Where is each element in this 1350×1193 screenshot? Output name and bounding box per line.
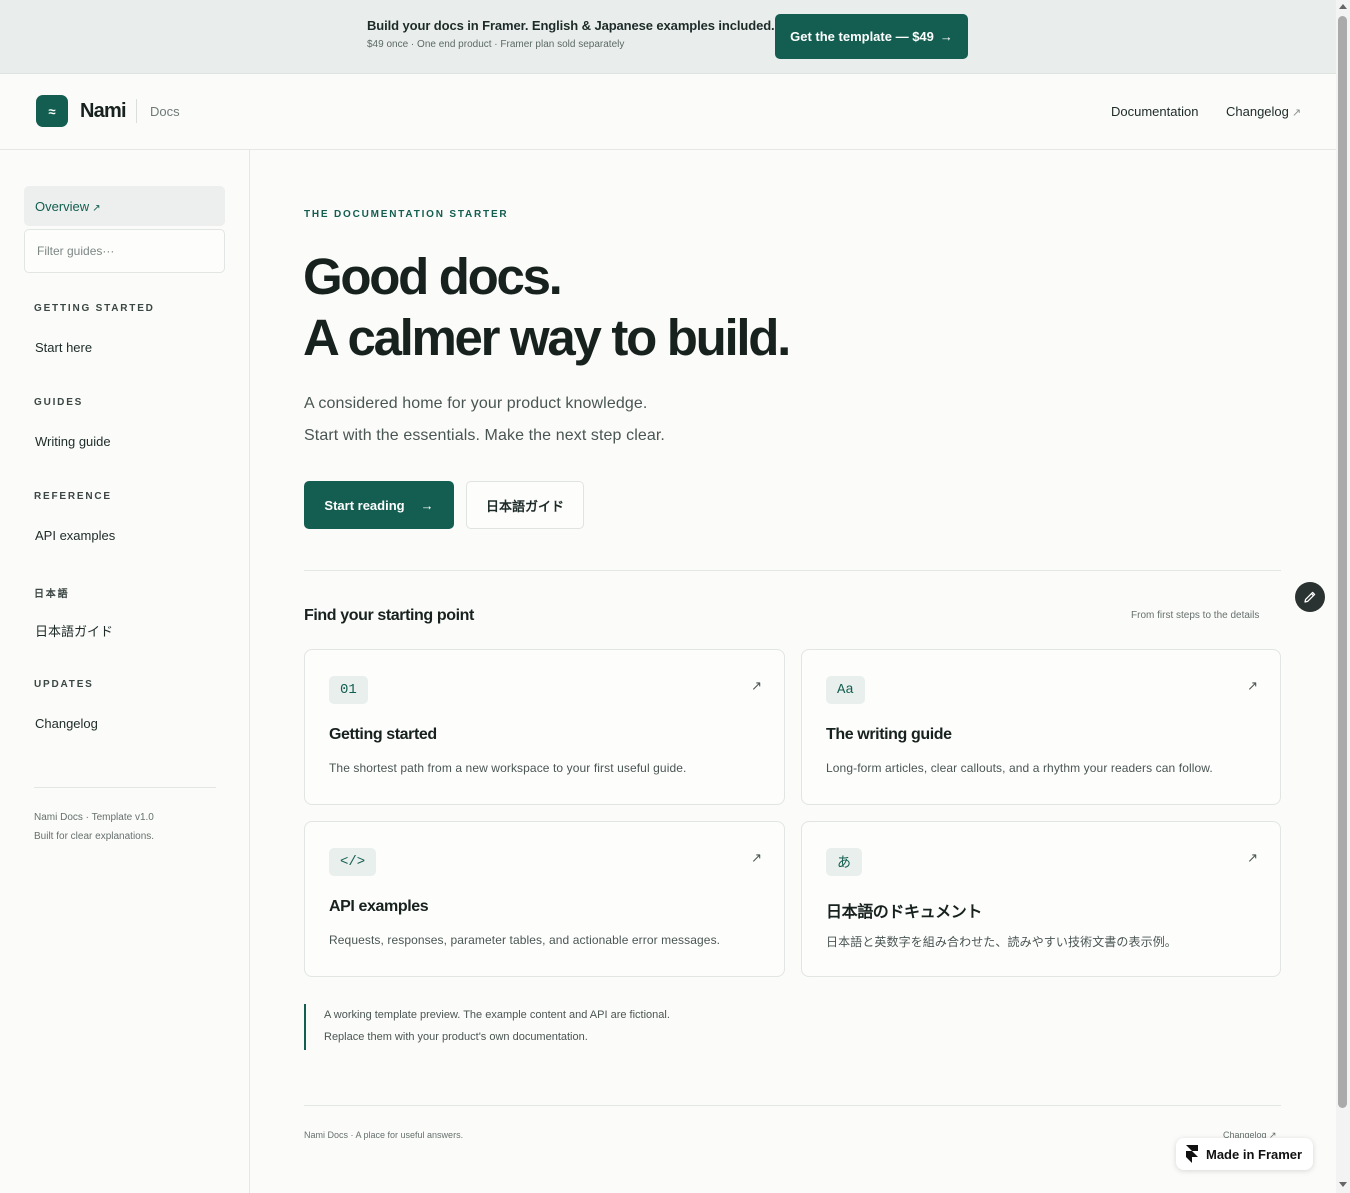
lede-line-1: A considered home for your product knowl…: [304, 395, 648, 412]
sidebar-section-reference: REFERENCE: [34, 491, 112, 502]
scroll-up-icon[interactable]: [1339, 4, 1347, 9]
card-chip: あ: [826, 848, 862, 876]
sidebar-footer-tagline: Built for clear explanations.: [34, 831, 155, 842]
section-divider: [304, 570, 1281, 571]
card-description: Long-form articles, clear callouts, and …: [826, 761, 1213, 775]
promo-title: Build your docs in Framer. English & Jap…: [367, 18, 775, 33]
sidebar-item-start-here[interactable]: Start here: [35, 340, 92, 355]
logo-glyph: ≈: [48, 103, 56, 119]
promo-subtitle: $49 once · One end product · Framer plan…: [367, 39, 625, 50]
card-writing-guide[interactable]: Aa ↗ The writing guide Long-form article…: [801, 649, 1281, 805]
promo-text: Build your docs in Framer. English & Jap…: [367, 18, 775, 50]
promo-banner: Build your docs in Framer. English & Jap…: [0, 0, 1336, 74]
page-scrollbar[interactable]: [1336, 0, 1350, 1193]
sidebar: Overview↗ GETTING STARTED Start here GUI…: [0, 150, 250, 1193]
arrow-right-icon: →: [939, 29, 953, 44]
section-label: Docs: [150, 104, 180, 119]
sidebar-section-getting-started: GETTING STARTED: [34, 303, 155, 314]
card-chip: Aa: [826, 676, 865, 704]
card-getting-started[interactable]: 01 ↗ Getting started The shortest path f…: [304, 649, 785, 805]
card-title: Getting started: [329, 726, 437, 743]
sidebar-divider: [34, 787, 216, 788]
arrow-up-right-icon: ↗: [1247, 678, 1258, 693]
callout-line-2: Replace them with your product's own doc…: [324, 1031, 588, 1043]
sidebar-item-overview[interactable]: Overview ↗: [24, 186, 225, 226]
logo-icon[interactable]: ≈: [36, 95, 68, 127]
section-title: Find your starting point: [304, 607, 474, 624]
sidebar-section-updates: UPDATES: [34, 679, 94, 690]
scroll-down-icon[interactable]: [1339, 1182, 1347, 1187]
arrow-up-right-icon: ↗: [751, 850, 762, 865]
get-template-button[interactable]: Get the template — $49 →: [775, 14, 968, 59]
sidebar-item-label: Overview: [35, 199, 90, 214]
japanese-guide-button[interactable]: 日本語ガイド: [466, 481, 584, 529]
callout-line-1: A working template preview. The example …: [324, 1009, 670, 1021]
card-title: The writing guide: [826, 726, 952, 743]
page-title-line-2: A calmer way to build.: [303, 309, 791, 366]
arrow-up-right-icon: ↗: [1247, 850, 1258, 865]
footer-divider: [304, 1105, 1281, 1106]
framer-logo-icon: [1186, 1145, 1198, 1163]
footer-tagline: Nami Docs · A place for useful answers.: [304, 1130, 464, 1140]
sidebar-item-api-examples[interactable]: API examples: [35, 528, 115, 543]
external-link-icon: ↗: [92, 203, 101, 214]
made-in-framer-badge[interactable]: Made in Framer: [1176, 1138, 1313, 1170]
page-title: Good docs. A calmer way to build.: [303, 246, 791, 368]
edit-button[interactable]: [1295, 582, 1325, 612]
section-note: From first steps to the details: [1131, 610, 1260, 621]
nav-documentation-link[interactable]: Documentation: [1111, 104, 1198, 119]
sidebar-item-japanese-guide[interactable]: 日本語ガイド: [35, 621, 113, 640]
start-reading-button[interactable]: Start reading →: [304, 481, 454, 529]
card-description: Requests, responses, parameter tables, a…: [329, 933, 721, 947]
callout-bar: [304, 1004, 306, 1050]
pencil-icon: [1304, 591, 1316, 603]
arrow-up-right-icon: ↗: [751, 678, 762, 693]
get-template-label: Get the template — $49: [790, 29, 934, 44]
start-reading-label: Start reading: [324, 497, 405, 513]
nav-changelog-link[interactable]: Changelog ↗: [1226, 104, 1301, 119]
card-japanese-docs[interactable]: あ ↗ 日本語のドキュメント 日本語と英数字を組み合わせた、読みやすい技術文書の…: [801, 821, 1281, 977]
card-chip: </>: [329, 848, 377, 876]
lede-line-2: Start with the essentials. Make the next…: [304, 427, 665, 444]
sidebar-section-japanese: 日本語: [34, 589, 70, 600]
site-header: ≈ Nami Docs Documentation Changelog ↗: [0, 74, 1336, 150]
card-title: 日本語のドキュメント: [826, 904, 983, 921]
filter-guides-input[interactable]: [24, 229, 225, 273]
sidebar-footer-version: Nami Docs · Template v1.0: [34, 812, 154, 823]
framer-badge-label: Made in Framer: [1206, 1146, 1303, 1162]
sidebar-item-writing-guide[interactable]: Writing guide: [35, 434, 111, 449]
nav-changelog-label: Changelog: [1226, 104, 1289, 119]
scrollbar-thumb[interactable]: [1338, 16, 1347, 1108]
card-description: The shortest path from a new workspace t…: [329, 761, 687, 775]
arrow-right-icon: →: [420, 497, 434, 513]
card-chip: 01: [329, 676, 368, 704]
brand-name[interactable]: Nami: [80, 100, 127, 123]
card-api-examples[interactable]: </> ↗ API examples Requests, responses, …: [304, 821, 785, 977]
sidebar-section-guides: GUIDES: [34, 397, 84, 408]
card-description: 日本語と英数字を組み合わせた、読みやすい技術文書の表示例。: [826, 935, 1177, 949]
header-divider: [136, 99, 137, 123]
page-title-line-1: Good docs.: [303, 248, 563, 305]
card-title: API examples: [329, 898, 429, 915]
external-link-icon: ↗: [1291, 107, 1302, 119]
page-kicker: THE DOCUMENTATION STARTER: [304, 209, 509, 220]
sidebar-item-changelog[interactable]: Changelog: [35, 716, 98, 731]
